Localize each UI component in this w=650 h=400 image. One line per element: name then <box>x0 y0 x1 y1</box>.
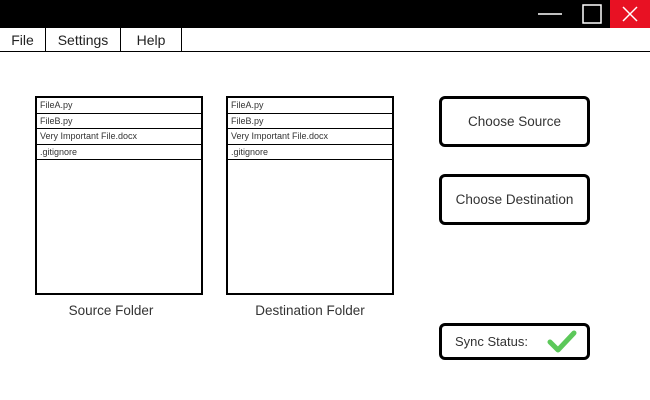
sync-status-label: Sync Status: <box>455 334 528 349</box>
sync-status-box: Sync Status: <box>439 323 590 360</box>
checkmark-icon <box>547 330 577 353</box>
destination-folder-label: Destination Folder <box>255 303 365 318</box>
destination-file-item[interactable]: FileA.py <box>228 98 392 114</box>
title-bar <box>0 0 650 28</box>
choose-source-button[interactable]: Choose Source <box>439 96 590 147</box>
source-file-item[interactable]: Very Important File.docx <box>37 129 201 145</box>
maximize-button[interactable] <box>576 0 608 28</box>
choose-destination-button[interactable]: Choose Destination <box>439 174 590 225</box>
source-file-list[interactable]: FileA.py FileB.py Very Important File.do… <box>35 96 203 295</box>
minimize-button[interactable] <box>534 0 566 28</box>
source-file-item[interactable]: FileA.py <box>37 98 201 114</box>
destination-file-item[interactable]: .gitignore <box>228 145 392 160</box>
destination-file-item[interactable]: FileB.py <box>228 114 392 129</box>
minimize-icon <box>538 13 562 15</box>
destination-file-item[interactable]: Very Important File.docx <box>228 129 392 145</box>
source-file-item[interactable]: .gitignore <box>37 145 201 160</box>
source-folder-label: Source Folder <box>68 303 154 318</box>
close-button[interactable] <box>610 0 650 28</box>
source-file-item[interactable]: FileB.py <box>37 114 201 129</box>
menu-help[interactable]: Help <box>121 28 182 51</box>
close-icon <box>622 6 638 22</box>
menu-file[interactable]: File <box>0 28 46 51</box>
maximize-icon <box>582 4 602 24</box>
destination-file-list[interactable]: FileA.py FileB.py Very Important File.do… <box>226 96 394 295</box>
menu-bar: File Settings Help <box>0 28 650 52</box>
menu-settings[interactable]: Settings <box>46 28 121 51</box>
